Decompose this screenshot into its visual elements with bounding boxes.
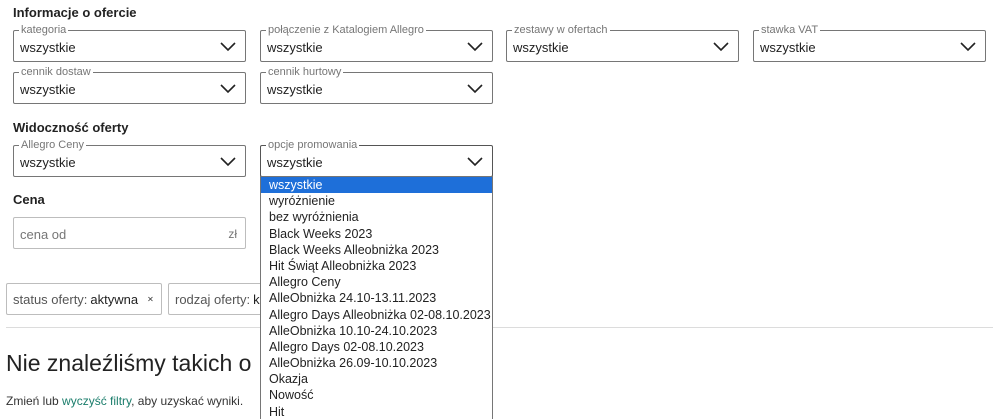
wholesale-price-list-select[interactable]: cennik hurtowy wszystkie xyxy=(260,65,493,104)
chip-key: status oferty: xyxy=(13,291,88,307)
category-label: kategoria xyxy=(19,23,69,37)
category-select[interactable]: kategoria wszystkie xyxy=(13,23,246,62)
dropdown-option[interactable]: Okazja xyxy=(261,371,492,387)
promotion-options-select[interactable]: opcje promowania wszystkie xyxy=(260,138,493,177)
dropdown-option[interactable]: wszystkie xyxy=(261,177,492,194)
promotion-options-label: opcje promowania xyxy=(266,138,360,152)
hint-before: Zmień lub xyxy=(6,394,63,408)
divider xyxy=(6,327,993,328)
chip-key: rodzaj oferty: xyxy=(175,291,251,307)
shipping-rates-value: wszystkie xyxy=(20,82,76,97)
chevron-down-icon xyxy=(713,42,729,52)
promotion-options-list[interactable]: wszystkie wyróżnienie bez wyróżnienia Bl… xyxy=(260,176,493,419)
chevron-down-icon xyxy=(467,157,483,167)
chevron-down-icon xyxy=(220,42,236,52)
price-title: Cena xyxy=(13,192,45,207)
chevron-down-icon xyxy=(467,42,483,52)
allegro-prices-label: Allegro Ceny xyxy=(19,138,86,152)
catalog-connection-label: połączenie z Katalogiem Allegro xyxy=(266,23,426,37)
dropdown-option[interactable]: Nowość xyxy=(261,387,492,403)
clear-filters-link[interactable]: wyczyść filtry xyxy=(62,394,131,408)
dropdown-option[interactable]: Hit xyxy=(261,404,492,419)
empty-state-heading: Nie znaleźliśmy takich o xyxy=(6,350,252,376)
price-from-input[interactable]: cena od zł xyxy=(13,217,246,249)
chip-value: aktywna xyxy=(90,291,139,307)
dropdown-option[interactable]: Allegro Ceny xyxy=(261,274,492,290)
dropdown-option[interactable]: bez wyróżnienia xyxy=(261,209,492,225)
wholesale-price-list-label: cennik hurtowy xyxy=(266,65,344,79)
dropdown-option[interactable]: Black Weeks Alleobniżka 2023 xyxy=(261,242,492,258)
empty-state-hint: Zmień lub wyczyść filtry, aby uzyskać wy… xyxy=(6,394,243,408)
shipping-rates-select[interactable]: cennik dostaw wszystkie xyxy=(13,65,246,104)
catalog-connection-select[interactable]: połączenie z Katalogiem Allegro wszystki… xyxy=(260,23,493,62)
allegro-prices-value: wszystkie xyxy=(20,155,76,170)
close-icon[interactable] xyxy=(148,293,153,305)
vat-rate-value: wszystkie xyxy=(760,40,816,55)
dropdown-option[interactable]: Allegro Days 02-08.10.2023 xyxy=(261,339,492,355)
bundles-select[interactable]: zestawy w ofertach wszystkie xyxy=(506,23,739,62)
dropdown-option[interactable]: AlleObniżka 26.09-10.10.2023 xyxy=(261,355,492,371)
chevron-down-icon xyxy=(467,84,483,94)
visibility-title: Widoczność oferty xyxy=(13,120,129,135)
dropdown-option[interactable]: AlleObniżka 24.10-13.11.2023 xyxy=(261,290,492,306)
dropdown-option[interactable]: Black Weeks 2023 xyxy=(261,226,492,242)
promotion-options-value: wszystkie xyxy=(267,155,323,170)
offer-info-title: Informacje o ofercie xyxy=(13,5,137,20)
hint-after: , aby uzyskać wyniki. xyxy=(131,394,244,408)
allegro-prices-select[interactable]: Allegro Ceny wszystkie xyxy=(13,138,246,177)
category-value: wszystkie xyxy=(20,40,76,55)
status-filter-chip[interactable]: status oferty: aktywna xyxy=(6,283,162,315)
dropdown-option[interactable]: wyróżnienie xyxy=(261,193,492,209)
bundles-label: zestawy w ofertach xyxy=(512,23,610,37)
vat-rate-label: stawka VAT xyxy=(759,23,821,37)
dropdown-option[interactable]: Allegro Days Alleobniżka 02-08.10.2023 xyxy=(261,307,492,323)
wholesale-price-list-value: wszystkie xyxy=(267,82,323,97)
chevron-down-icon xyxy=(220,84,236,94)
bundles-value: wszystkie xyxy=(513,40,569,55)
shipping-rates-label: cennik dostaw xyxy=(19,65,93,79)
catalog-connection-value: wszystkie xyxy=(267,40,323,55)
currency-unit: zł xyxy=(228,227,237,241)
dropdown-option[interactable]: AlleObniżka 10.10-24.10.2023 xyxy=(261,323,492,339)
dropdown-option[interactable]: Hit Świąt Alleobniżka 2023 xyxy=(261,258,492,274)
chevron-down-icon xyxy=(960,42,976,52)
price-from-placeholder: cena od xyxy=(20,227,67,242)
vat-rate-select[interactable]: stawka VAT wszystkie xyxy=(753,23,986,62)
chevron-down-icon xyxy=(220,157,236,167)
